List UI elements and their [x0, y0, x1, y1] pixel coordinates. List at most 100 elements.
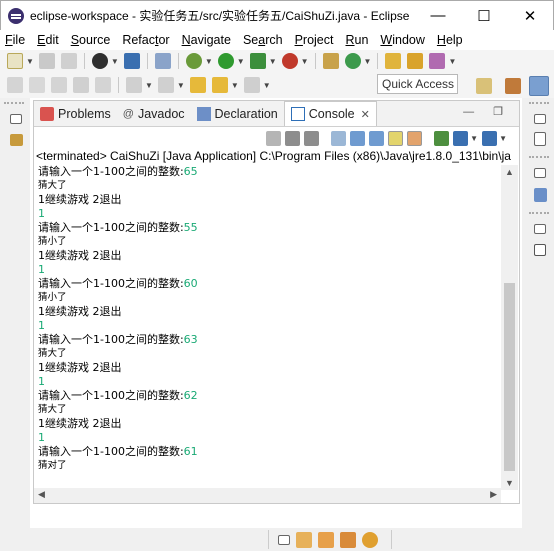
- task-list-icon[interactable]: [534, 132, 546, 146]
- restore-icon[interactable]: [10, 114, 22, 124]
- restore-icon[interactable]: [534, 168, 546, 178]
- next-annotation-dropdown-icon[interactable]: ▼: [145, 81, 153, 90]
- bookmarks-icon[interactable]: [318, 531, 334, 548]
- forward-icon[interactable]: [243, 77, 260, 93]
- show-console-on-error-icon[interactable]: [407, 130, 423, 146]
- console-icon[interactable]: [123, 53, 140, 69]
- show-console-on-output-icon[interactable]: [388, 130, 404, 146]
- pilcrow-icon[interactable]: [95, 77, 111, 93]
- scroll-down-icon[interactable]: ▼: [505, 478, 514, 488]
- view-controls[interactable]: — ❐: [463, 105, 511, 118]
- show-whitespace-icon[interactable]: [73, 77, 89, 93]
- clear-console-icon[interactable]: [331, 130, 347, 146]
- restore-icon[interactable]: [534, 114, 546, 124]
- quick-access-input[interactable]: Quick Access: [377, 74, 458, 94]
- minimized-view-icon[interactable]: [534, 244, 546, 256]
- minimize-button[interactable]: —: [415, 1, 461, 31]
- open-type-icon[interactable]: [385, 53, 402, 69]
- terminate-icon[interactable]: [266, 130, 282, 146]
- run-icon[interactable]: [217, 53, 234, 69]
- debug-run-dropdown-icon[interactable]: ▼: [205, 57, 213, 66]
- remove-launch-icon[interactable]: [285, 130, 301, 146]
- tasks-icon[interactable]: [340, 531, 356, 548]
- console-line-text: 请输入一个1-100之间的整数:: [38, 165, 184, 178]
- scrollbar-thumb[interactable]: [504, 283, 515, 471]
- coverage-dropdown-icon[interactable]: ▼: [269, 57, 277, 66]
- word-wrap-icon[interactable]: [369, 130, 385, 146]
- menu-item-source[interactable]: Source: [71, 33, 111, 47]
- maximize-button[interactable]: ☐: [461, 1, 507, 31]
- search-view-icon[interactable]: [296, 531, 312, 548]
- debug-run-icon[interactable]: [185, 53, 202, 69]
- menu-item-run[interactable]: Run: [345, 33, 368, 47]
- close-button[interactable]: ✕: [507, 1, 553, 31]
- menu-item-edit[interactable]: Edit: [37, 33, 59, 47]
- progress-icon[interactable]: [362, 531, 378, 548]
- menu-item-refactor[interactable]: Refactor: [122, 33, 169, 47]
- save-icon[interactable]: [38, 53, 55, 69]
- scroll-left-icon[interactable]: ◀: [38, 489, 45, 500]
- trim-grip[interactable]: [529, 156, 549, 159]
- remove-all-terminated-icon[interactable]: [304, 130, 320, 146]
- close-icon[interactable]: ✕: [361, 108, 370, 121]
- run-dropdown-icon[interactable]: ▼: [237, 57, 245, 66]
- trim-grip[interactable]: [4, 102, 24, 105]
- new-dropdown-icon[interactable]: ▼: [26, 57, 34, 66]
- menu-item-navigate[interactable]: Navigate: [182, 33, 231, 47]
- menu-item-help[interactable]: Help: [437, 33, 463, 47]
- open-console-icon[interactable]: [482, 130, 498, 146]
- external-tools-dropdown-icon[interactable]: ▼: [301, 57, 309, 66]
- toggle-word-wrap-icon[interactable]: [29, 77, 45, 93]
- menu-item-project[interactable]: Project: [295, 33, 334, 47]
- last-edit-location-icon[interactable]: [189, 77, 206, 93]
- new-icon[interactable]: [7, 53, 23, 69]
- pin-console-icon[interactable]: [434, 130, 450, 146]
- outline-icon[interactable]: [534, 188, 547, 202]
- restore-icon[interactable]: [534, 224, 546, 234]
- tab-javadoc[interactable]: @ Javadoc: [117, 102, 191, 126]
- save-all-icon[interactable]: [60, 53, 77, 69]
- debug-icon[interactable]: [91, 53, 108, 69]
- java-perspective-icon[interactable]: [529, 76, 549, 96]
- back-icon[interactable]: [211, 77, 228, 93]
- open-task-icon[interactable]: [407, 53, 424, 69]
- debug-dropdown-icon[interactable]: ▼: [111, 57, 119, 66]
- toggle-block-selection-icon[interactable]: [51, 77, 67, 93]
- tab-declaration[interactable]: Declaration: [191, 102, 284, 126]
- tab-problems[interactable]: Problems: [34, 102, 117, 126]
- next-annotation-icon[interactable]: [126, 77, 142, 93]
- skip-breakpoints-icon[interactable]: [154, 53, 171, 69]
- scroll-lock-icon[interactable]: [350, 130, 366, 146]
- horizontal-scrollbar[interactable]: ◀ ▶: [34, 488, 501, 503]
- previous-annotation-icon[interactable]: [157, 77, 174, 93]
- search-dropdown-icon[interactable]: ▼: [448, 57, 456, 66]
- package-explorer-icon[interactable]: [10, 134, 23, 146]
- menu-item-search[interactable]: Search: [243, 33, 283, 47]
- menu-label-part: elp: [445, 33, 463, 47]
- display-selected-console-icon[interactable]: [453, 130, 469, 146]
- previous-annotation-dropdown-icon[interactable]: ▼: [177, 81, 185, 90]
- menu-item-file[interactable]: File: [5, 33, 25, 47]
- java-ee-perspective-icon[interactable]: [505, 78, 521, 94]
- new-java-package-icon[interactable]: [322, 53, 339, 69]
- vertical-scrollbar[interactable]: ▲ ▼: [501, 165, 518, 490]
- trim-grip[interactable]: [529, 212, 549, 215]
- forward-dropdown-icon[interactable]: ▼: [263, 81, 271, 90]
- back-dropdown-icon[interactable]: ▼: [231, 81, 239, 90]
- trim-grip[interactable]: [529, 102, 549, 105]
- restore-icon[interactable]: [278, 534, 290, 545]
- menu-item-window[interactable]: Window: [380, 33, 424, 47]
- new-class-dropdown-icon[interactable]: ▼: [364, 57, 372, 66]
- search-icon[interactable]: [429, 53, 446, 69]
- external-tools-icon[interactable]: [281, 53, 298, 69]
- tab-console[interactable]: Console ✕: [283, 101, 377, 126]
- scroll-up-icon[interactable]: ▲: [505, 167, 514, 177]
- new-java-class-icon[interactable]: [344, 53, 361, 69]
- scroll-right-icon[interactable]: ▶: [490, 489, 497, 500]
- toggle-mark-occurrences-icon[interactable]: [7, 77, 23, 93]
- display-console-dropdown-icon[interactable]: ▼: [470, 134, 478, 143]
- open-perspective-icon[interactable]: [476, 78, 492, 94]
- open-console-dropdown-icon[interactable]: ▼: [499, 134, 507, 143]
- console-output[interactable]: 请输入一个1-100之间的整数:65 猜大了 1继续游戏 2退出 1 请输入一个1-10…: [38, 165, 508, 488]
- coverage-icon[interactable]: [249, 53, 266, 69]
